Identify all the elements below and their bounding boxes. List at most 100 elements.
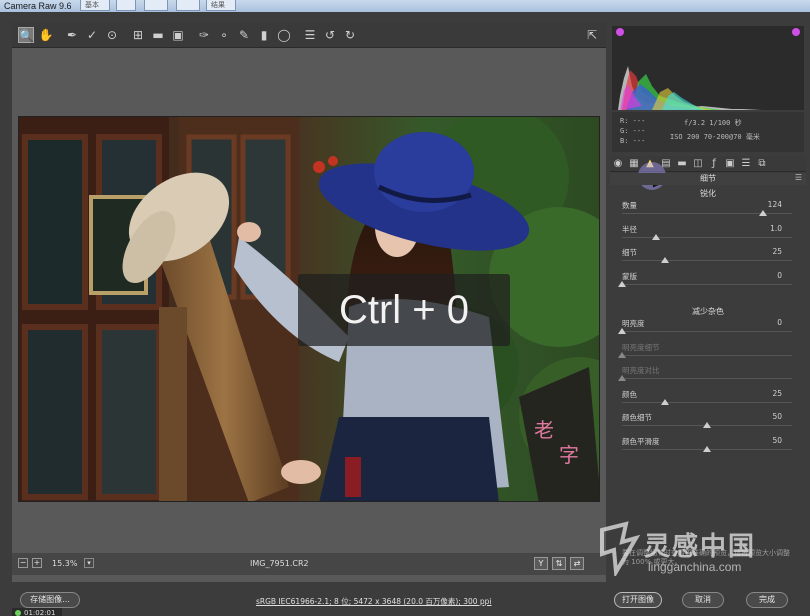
slider-thumb[interactable] (618, 375, 626, 381)
tab-snapshots-icon[interactable]: ⧉ (756, 158, 768, 170)
bg-tab-4[interactable] (176, 0, 200, 11)
slider-label: 明亮度细节 (622, 342, 660, 352)
slider-track[interactable] (622, 401, 792, 403)
slider-thumb[interactable] (660, 398, 669, 405)
slider-sharpen-0[interactable]: 数量 124 (622, 200, 800, 222)
site-logo: 灵感中国 lingganchina.com (596, 520, 806, 580)
slider-thumb[interactable] (618, 280, 626, 287)
zoom-icon[interactable]: 🔍 (18, 27, 34, 43)
file-name: IMG_7951.CR2 (250, 559, 309, 568)
spot-removal-icon[interactable]: ✑ (196, 27, 212, 43)
slider-thumb[interactable] (652, 233, 660, 240)
swap-settings-button[interactable]: ⇅ (552, 557, 566, 570)
straighten-icon[interactable]: ▬ (150, 27, 166, 43)
rotate-cw-icon[interactable]: ↻ (342, 27, 358, 43)
tab-split-toning-icon[interactable]: ▬ (676, 158, 688, 170)
slider-value[interactable]: 1.0 (770, 224, 782, 233)
tab-tone-curve-icon[interactable]: ▦ (628, 158, 640, 170)
slider-track[interactable] (622, 260, 792, 261)
tab-basic-icon[interactable]: ◉ (612, 158, 624, 170)
rotate-ccw-icon[interactable]: ↺ (322, 27, 338, 43)
tab-effects-icon[interactable]: ƒ (708, 158, 720, 170)
histogram (612, 26, 804, 110)
tab-presets-icon[interactable]: ☰ (740, 158, 752, 170)
color-sampler-icon[interactable]: ✓ (84, 27, 100, 43)
zoom-in-button[interactable]: + (32, 558, 42, 568)
slider-track[interactable] (622, 378, 792, 379)
zoom-out-button[interactable]: − (18, 558, 28, 568)
slider-noise-5[interactable]: 颜色平滑度 50 (622, 436, 800, 458)
slider-sharpen-1[interactable]: 半径 1.0 (622, 224, 800, 246)
target-adjust-icon[interactable]: ⊙ (104, 27, 120, 43)
slider-track[interactable] (622, 236, 792, 238)
slider-track[interactable] (622, 331, 792, 332)
slider-value[interactable]: 50 (772, 412, 782, 421)
window-titlebar: Camera Raw 9.6 基本 结果 (0, 0, 810, 12)
white-balance-icon[interactable]: ✒ (64, 27, 80, 43)
sharpen-section-title: 锐化 (700, 189, 716, 198)
bg-tab-3[interactable] (144, 0, 168, 11)
cancel-button[interactable]: 取消 (682, 592, 724, 608)
logo-url: lingganchina.com (648, 560, 742, 574)
workflow-options-link[interactable]: sRGB IEC61966-2.1; 8 位; 5472 x 3648 (20.… (256, 596, 492, 607)
radial-filter-icon[interactable]: ◯ (276, 27, 292, 43)
slider-noise-0[interactable]: 明亮度 0 (618, 318, 800, 340)
slider-noise-2[interactable]: 明亮度对比 (618, 365, 800, 387)
slider-thumb[interactable] (618, 351, 626, 358)
slider-track[interactable] (622, 354, 792, 356)
export-icon[interactable]: ⇱ (584, 27, 600, 43)
exif-aperture-shutter: f/3.2 1/100 秒 (684, 119, 742, 127)
highlight-clip-warning-icon[interactable] (792, 28, 800, 36)
shortcut-overlay: Ctrl + 0 (298, 274, 510, 346)
bg-tab-1[interactable]: 基本 (80, 0, 110, 11)
presets-list-icon[interactable]: ☰ (302, 27, 318, 43)
slider-track[interactable] (622, 283, 792, 285)
slider-noise-3[interactable]: 颜色 25 (622, 389, 800, 411)
bg-tab-5[interactable]: 结果 (206, 0, 236, 11)
slider-value[interactable]: 124 (768, 200, 782, 209)
readout-r: R: --- (620, 117, 646, 125)
adjustment-brush-icon[interactable]: ✎ (236, 27, 252, 43)
red-eye-icon[interactable]: ∘ (216, 27, 232, 43)
exif-info: R: --- G: --- B: --- f/3.2 1/100 秒 ISO 2… (612, 112, 804, 152)
bottom-bar: 存储图像... sRGB IEC61966-2.1; 8 位; 5472 x 3… (0, 583, 810, 616)
slider-thumb[interactable] (703, 445, 711, 452)
graduated-filter-icon[interactable]: ▮ (256, 27, 272, 43)
panel-menu-icon[interactable]: ☰ (795, 173, 802, 182)
slider-sharpen-2[interactable]: 细节 25 (622, 247, 800, 269)
slider-value[interactable]: 0 (777, 318, 782, 327)
done-button[interactable]: 完成 (746, 592, 788, 608)
slider-value[interactable]: 50 (772, 436, 782, 445)
logo-text: 灵感中国 (644, 532, 757, 562)
hand-icon[interactable]: ✋ (38, 27, 54, 43)
slider-label: 细节 (622, 248, 637, 257)
before-after-y-button[interactable]: Y (534, 557, 548, 570)
tab-camera-calibration-icon[interactable]: ▣ (724, 158, 736, 170)
shadow-clip-warning-icon[interactable] (616, 28, 624, 36)
tab-lens-icon[interactable]: ◫ (692, 158, 704, 170)
slider-label: 颜色细节 (622, 413, 652, 422)
svg-text:老: 老 (534, 418, 554, 442)
save-image-button[interactable]: 存储图像... (20, 592, 80, 608)
open-image-button[interactable]: 打开图像 (614, 592, 662, 608)
histogram-graph (618, 66, 762, 110)
slider-noise-1[interactable]: 明亮度细节 (618, 342, 800, 364)
zoom-dropdown[interactable]: ▾ (84, 558, 94, 568)
slider-value[interactable]: 0 (777, 271, 782, 280)
slider-thumb[interactable] (660, 257, 669, 263)
slider-label: 数量 (622, 201, 637, 210)
bg-tab-2[interactable] (116, 0, 136, 11)
slider-value[interactable]: 25 (772, 389, 782, 398)
transform-icon[interactable]: ▣ (170, 27, 186, 43)
slider-thumb[interactable] (759, 210, 768, 216)
copy-settings-button[interactable]: ⇄ (570, 557, 584, 570)
crop-icon[interactable]: ⊞ (130, 27, 146, 43)
exif-iso-lens: ISO 200 70-200@70 毫米 (670, 133, 760, 141)
slider-value[interactable]: 25 (772, 247, 782, 256)
slider-noise-4[interactable]: 颜色细节 50 (622, 412, 800, 434)
slider-thumb[interactable] (703, 422, 711, 428)
adjustments-pane: R: --- G: --- B: --- f/3.2 1/100 秒 ISO 2… (610, 22, 806, 582)
slider-sharpen-3[interactable]: 蒙版 0 (618, 271, 800, 293)
slider-thumb[interactable] (618, 328, 626, 334)
slider-label: 颜色平滑度 (622, 436, 660, 446)
